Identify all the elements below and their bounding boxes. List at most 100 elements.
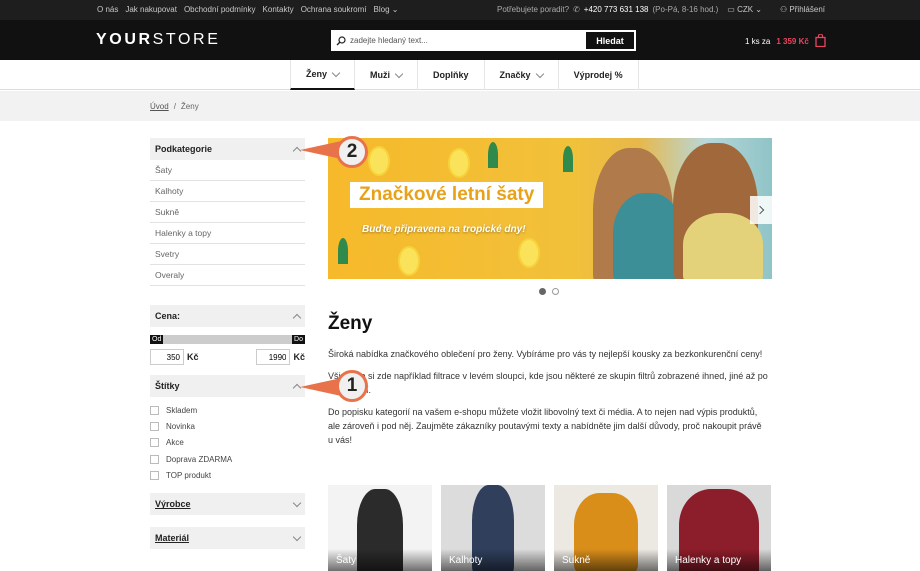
search-button[interactable]: Hledat bbox=[585, 31, 635, 50]
search-bar: Hledat bbox=[331, 30, 636, 51]
pineapple-pattern bbox=[398, 246, 420, 276]
top-right: ▭ CZK ⌄ ⚇ Přihlášení bbox=[727, 5, 825, 14]
nav-label: Doplňky bbox=[433, 70, 469, 80]
subcategory-item[interactable]: Kalhoty bbox=[150, 181, 305, 202]
category-tile-label: Sukně bbox=[554, 549, 658, 571]
phone-icon: ✆ bbox=[573, 5, 580, 14]
checkbox[interactable] bbox=[150, 470, 159, 480]
slider-handle-max[interactable]: Do bbox=[292, 335, 305, 344]
breadcrumb-bar: Úvod / Ženy bbox=[0, 91, 920, 121]
callout-badge-2: 2 bbox=[336, 136, 368, 168]
material-filter-header[interactable]: Materiál bbox=[150, 527, 305, 550]
manufacturer-filter-header[interactable]: Výrobce bbox=[150, 493, 305, 516]
promo-banner[interactable]: Značkové letní šaty Buďte připravena na … bbox=[328, 138, 772, 279]
nav-item-muzi[interactable]: Muži bbox=[355, 60, 419, 90]
store-logo[interactable]: YOURSTORE bbox=[96, 31, 220, 49]
nav-item-zeny[interactable]: Ženy bbox=[290, 60, 356, 90]
price-inputs: Kč Kč bbox=[150, 349, 305, 365]
description-paragraph: Do popisku kategorií na vašem e-shopu mů… bbox=[328, 407, 762, 445]
top-link-blog[interactable]: Blog ⌄ bbox=[374, 5, 399, 14]
checkbox[interactable] bbox=[150, 405, 159, 415]
description-paragraph: Široká nabídka značkového oblečení pro ž… bbox=[328, 349, 763, 359]
tag-checkbox[interactable]: Skladem bbox=[150, 402, 305, 418]
tag-checkbox[interactable]: Novinka bbox=[150, 418, 305, 434]
subcategory-item[interactable]: Sukně bbox=[150, 202, 305, 223]
chevron-down-icon bbox=[292, 532, 302, 542]
price-to-input[interactable] bbox=[256, 349, 291, 365]
login-label: Přihlášení bbox=[789, 5, 825, 14]
checkbox[interactable] bbox=[150, 421, 159, 431]
nav-item-vyprodej[interactable]: Výprodej % bbox=[559, 60, 639, 90]
breadcrumb-current: Ženy bbox=[180, 102, 199, 111]
tag-checkbox[interactable]: Doprava ZDARMA bbox=[150, 451, 305, 467]
tags-filter-header[interactable]: Štítky bbox=[150, 375, 305, 397]
search-input[interactable] bbox=[350, 31, 585, 50]
subcategory-item[interactable]: Halenky a topy bbox=[150, 223, 305, 244]
category-tile-sukne[interactable]: Sukně bbox=[554, 485, 658, 571]
chevron-down-icon bbox=[394, 69, 404, 78]
phone-number[interactable]: +420 773 631 138 bbox=[584, 5, 649, 14]
opening-hours: (Po-Pá, 8-16 hod.) bbox=[652, 5, 719, 14]
currency-selector[interactable]: ▭ CZK ⌄ bbox=[727, 5, 762, 14]
price-filter-header[interactable]: Cena: bbox=[150, 305, 305, 327]
nav-item-doplnky[interactable]: Doplňky bbox=[418, 60, 485, 90]
subcategory-item[interactable]: Šaty bbox=[150, 160, 305, 181]
material-filter-title: Materiál bbox=[155, 533, 190, 544]
top-link-how-to-buy[interactable]: Jak nakupovat bbox=[125, 5, 177, 14]
chevron-right-icon bbox=[755, 205, 764, 215]
tag-label: Akce bbox=[166, 438, 184, 448]
checkbox[interactable] bbox=[150, 454, 159, 464]
cart-summary[interactable]: 1 ks za 1 359 Kč bbox=[745, 33, 826, 49]
banner-dot-active[interactable] bbox=[539, 288, 546, 295]
logo-store: STORE bbox=[152, 31, 221, 48]
tag-label: Doprava ZDARMA bbox=[166, 454, 233, 464]
category-tile-halenky[interactable]: Halenky a topy bbox=[667, 485, 771, 571]
breadcrumb: Úvod / Ženy bbox=[150, 102, 199, 111]
tags-filter-section: Štítky Skladem Novinka Akce Doprava ZDAR… bbox=[150, 375, 305, 550]
banner-dot[interactable] bbox=[552, 288, 559, 295]
top-link-about[interactable]: O nás bbox=[97, 5, 118, 14]
main-navigation: Ženy Muži Doplňky Značky Výprodej % bbox=[0, 60, 920, 90]
price-range-slider[interactable]: Od Do bbox=[150, 335, 305, 344]
tag-checkbox[interactable]: Akce bbox=[150, 435, 305, 451]
price-from-input[interactable] bbox=[150, 349, 184, 365]
price-to-group: Kč bbox=[256, 349, 305, 365]
banner-title: Značkové letní šaty bbox=[350, 182, 544, 208]
breadcrumb-home[interactable]: Úvod bbox=[150, 102, 169, 111]
leaf-pattern bbox=[488, 142, 498, 168]
category-tile-kalhoty[interactable]: Kalhoty bbox=[441, 485, 545, 571]
cart-price: 1 359 Kč bbox=[776, 37, 809, 46]
subcategories-header[interactable]: Podkategorie bbox=[150, 138, 305, 160]
pineapple-pattern bbox=[448, 148, 470, 178]
chevron-down-icon bbox=[331, 68, 341, 77]
checkbox[interactable] bbox=[150, 438, 159, 448]
top-link-blog-label: Blog bbox=[373, 5, 390, 14]
category-tile-label: Šaty bbox=[328, 549, 432, 571]
top-link-contacts[interactable]: Kontakty bbox=[263, 5, 294, 14]
nav-label: Muži bbox=[370, 70, 391, 80]
slider-handle-min[interactable]: Od bbox=[150, 335, 164, 344]
banner-pagination bbox=[539, 288, 559, 295]
login-link[interactable]: ⚇ Přihlášení bbox=[780, 5, 825, 14]
pineapple-pattern bbox=[368, 146, 390, 176]
tags-filter-title: Štítky bbox=[155, 381, 180, 391]
wallet-icon: ▭ bbox=[727, 5, 735, 14]
category-description: Široká nabídka značkového oblečení pro ž… bbox=[328, 347, 768, 455]
price-filter-title: Cena: bbox=[155, 311, 181, 321]
page-title: Ženy bbox=[328, 313, 373, 334]
category-tile-label: Halenky a topy bbox=[667, 549, 771, 571]
filter-sidebar: Podkategorie Šaty Kalhoty Sukně Halenky … bbox=[150, 138, 305, 550]
banner-next-button[interactable] bbox=[750, 196, 772, 224]
subcategory-item[interactable]: Svetry bbox=[150, 244, 305, 265]
description-paragraph: Všimněte si zde například filtrace v lev… bbox=[328, 371, 768, 395]
subcategory-item[interactable]: Overaly bbox=[150, 265, 305, 286]
currency-label: CZK bbox=[737, 5, 754, 14]
chevron-up-icon bbox=[292, 313, 302, 322]
top-link-privacy[interactable]: Ochrana soukromí bbox=[301, 5, 367, 14]
category-tile-saty[interactable]: Šaty bbox=[328, 485, 432, 571]
manufacturer-filter-title: Výrobce bbox=[155, 499, 191, 510]
top-link-terms[interactable]: Obchodní podmínky bbox=[184, 5, 256, 14]
shopping-bag-icon bbox=[815, 33, 826, 49]
nav-item-znacky[interactable]: Značky bbox=[485, 60, 559, 90]
tag-checkbox[interactable]: TOP produkt bbox=[150, 467, 305, 483]
